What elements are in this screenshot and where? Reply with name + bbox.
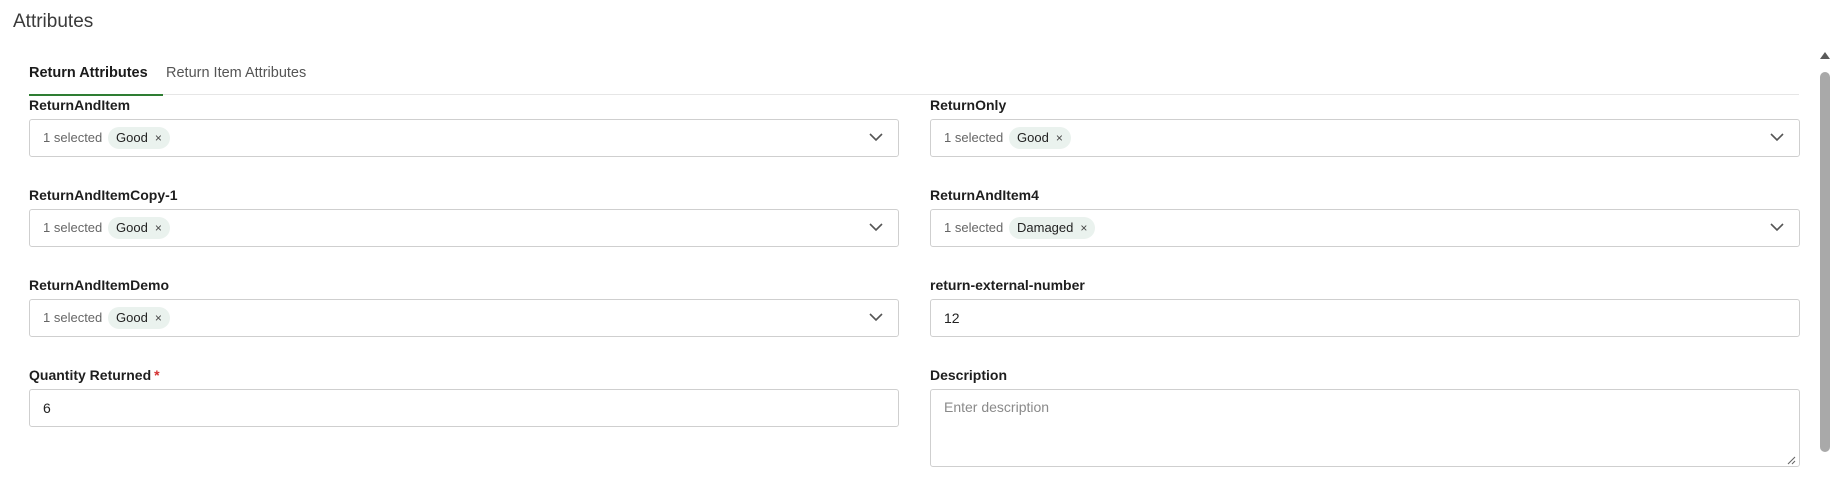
field-quantity-returned: Quantity Returned * 6 xyxy=(29,365,899,427)
tab-return-item-attributes[interactable]: Return Item Attributes xyxy=(166,65,306,95)
field-return-and-item-copy-1: ReturnAndItemCopy-1 1 selected Good × xyxy=(29,185,899,247)
chevron-down-icon[interactable] xyxy=(1769,129,1785,145)
field-label: ReturnAndItem4 xyxy=(930,187,1039,203)
resize-handle-icon[interactable] xyxy=(1786,455,1796,465)
selected-count: 1 selected xyxy=(43,130,103,145)
chip-label: Good xyxy=(116,130,148,145)
close-icon[interactable]: × xyxy=(1080,217,1087,239)
description-textarea[interactable] xyxy=(930,389,1800,467)
selected-count: 1 selected xyxy=(43,310,103,325)
selected-chip: Good × xyxy=(108,307,170,329)
field-label: return-external-number xyxy=(930,277,1085,293)
close-icon[interactable]: × xyxy=(155,307,162,329)
required-indicator: * xyxy=(154,367,160,383)
close-icon[interactable]: × xyxy=(155,217,162,239)
close-icon[interactable]: × xyxy=(155,127,162,149)
close-icon[interactable]: × xyxy=(1056,127,1063,149)
chevron-down-icon[interactable] xyxy=(868,309,884,325)
vertical-scrollbar[interactable] xyxy=(1818,50,1832,502)
selected-chip: Good × xyxy=(108,127,170,149)
tab-bar: Return Attributes Return Item Attributes xyxy=(29,55,1799,96)
chip-label: Good xyxy=(116,220,148,235)
field-return-and-item4: ReturnAndItem4 1 selected Damaged × xyxy=(930,185,1800,247)
selected-count: 1 selected xyxy=(944,220,1004,235)
field-description: Description xyxy=(930,365,1800,467)
chip-label: Damaged xyxy=(1017,220,1074,235)
field-return-only: ReturnOnly 1 selected Good × xyxy=(930,95,1800,157)
chip-label: Good xyxy=(116,310,148,325)
scroll-up-arrow-icon[interactable] xyxy=(1819,50,1831,60)
return-and-item-copy-1-select[interactable]: 1 selected Good × xyxy=(29,209,899,247)
field-return-and-item-demo: ReturnAndItemDemo 1 selected Good × xyxy=(29,275,899,337)
chevron-down-icon[interactable] xyxy=(868,129,884,145)
chevron-down-icon[interactable] xyxy=(1769,219,1785,235)
scroll-thumb[interactable] xyxy=(1820,72,1830,452)
chip-label: Good xyxy=(1017,130,1049,145)
return-and-item-demo-select[interactable]: 1 selected Good × xyxy=(29,299,899,337)
selected-chip: Good × xyxy=(108,217,170,239)
return-and-item4-select[interactable]: 1 selected Damaged × xyxy=(930,209,1800,247)
field-label: Quantity Returned * xyxy=(29,365,899,385)
quantity-returned-input[interactable]: 6 xyxy=(29,389,899,427)
chevron-down-icon[interactable] xyxy=(868,219,884,235)
return-external-number-input[interactable]: 12 xyxy=(930,299,1800,337)
selected-count: 1 selected xyxy=(944,130,1004,145)
selected-count: 1 selected xyxy=(43,220,103,235)
field-label: ReturnOnly xyxy=(930,97,1007,113)
field-label: ReturnAndItemCopy-1 xyxy=(29,187,178,203)
field-return-external-number: return-external-number 12 xyxy=(930,275,1800,337)
field-label: Description xyxy=(930,367,1008,383)
return-and-item-select[interactable]: 1 selected Good × xyxy=(29,119,899,157)
field-label: ReturnAndItem xyxy=(29,97,131,113)
tab-return-attributes[interactable]: Return Attributes xyxy=(29,65,163,96)
page-title: Attributes xyxy=(13,11,94,32)
field-label: ReturnAndItemDemo xyxy=(29,277,170,293)
return-only-select[interactable]: 1 selected Good × xyxy=(930,119,1800,157)
field-return-and-item: ReturnAndItem 1 selected Good × xyxy=(29,95,899,157)
selected-chip: Good × xyxy=(1009,127,1071,149)
field-label-text: Quantity Returned xyxy=(29,367,152,383)
selected-chip: Damaged × xyxy=(1009,217,1096,239)
